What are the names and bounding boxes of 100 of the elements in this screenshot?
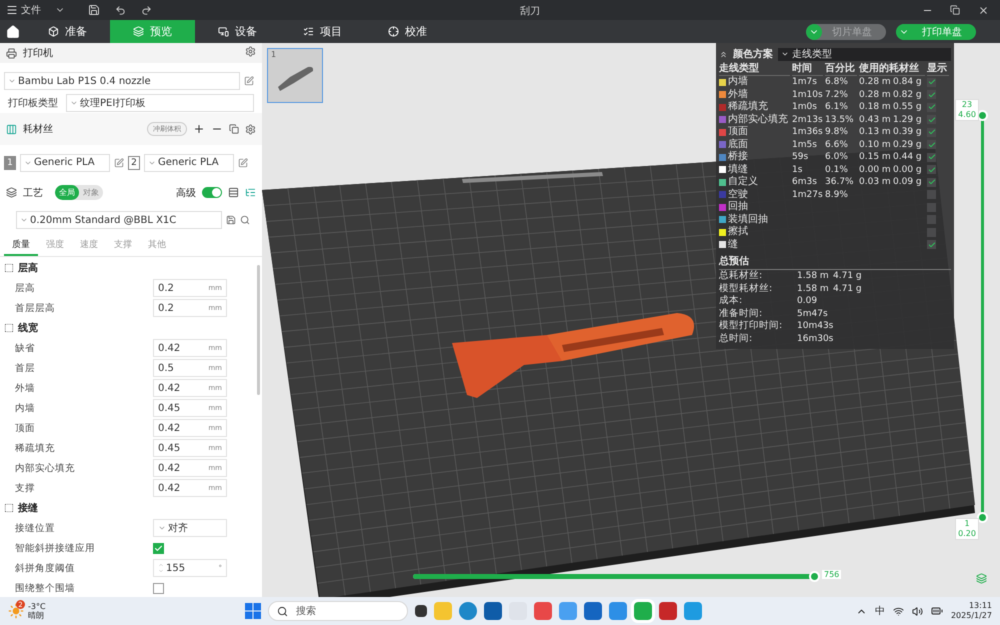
cloud-icon[interactable]	[559, 602, 577, 620]
value-select[interactable]: 对齐	[153, 519, 227, 537]
window-title: 刮刀	[520, 4, 540, 18]
battery-icon[interactable]	[930, 605, 943, 617]
browser-icon[interactable]	[459, 602, 477, 620]
visibility-checkbox[interactable]	[927, 102, 936, 112]
search-bar[interactable]: 搜索	[268, 601, 408, 621]
filament-slot-number: 2	[128, 156, 140, 170]
printer-select[interactable]: Bambu Lab P1S 0.4 nozzle	[4, 72, 240, 90]
percent-cell-text: 6.8%	[825, 76, 849, 88]
search-field[interactable]: 搜索	[294, 604, 384, 618]
visibility-checkbox[interactable]	[927, 140, 936, 150]
visibility-checkbox[interactable]	[927, 228, 936, 237]
app-icon[interactable]	[659, 602, 677, 620]
visibility-checkbox[interactable]	[927, 215, 936, 224]
layer-label: 23 4.60	[955, 99, 979, 121]
list-icon[interactable]	[228, 187, 239, 198]
slider-handle[interactable]	[977, 512, 988, 523]
checkbox[interactable]	[153, 542, 164, 554]
line-type: 桥接	[728, 151, 749, 164]
task-view-icon[interactable]	[415, 605, 427, 617]
visibility-checkbox[interactable]	[927, 178, 936, 187]
weather-icon	[8, 603, 24, 619]
percent-cell-text: 6.0%	[825, 151, 849, 164]
line-type: 稀疏填充	[728, 101, 769, 114]
nav-tab[interactable]: 项目	[280, 20, 365, 43]
wifi-icon[interactable]	[892, 606, 904, 616]
start-icon[interactable]	[245, 603, 261, 619]
save-icon[interactable]	[226, 215, 236, 225]
filament-slot-number: 1	[4, 156, 16, 170]
time-cell-text: 1m5s	[792, 138, 818, 151]
length-cell: 0.03 m	[859, 176, 891, 188]
edit-icon[interactable]	[244, 76, 254, 86]
time-cell-text: 1m0s	[792, 101, 818, 114]
preset-select[interactable]: 0.20mm Standard @BBL X1C	[16, 211, 222, 229]
group-title: 接缝	[18, 502, 38, 515]
clock-time[interactable]: 13:11	[968, 601, 992, 611]
percent-cell-text: 0.1%	[825, 164, 849, 176]
filament-select[interactable]: Generic PLA	[20, 154, 110, 172]
group-icon	[4, 503, 14, 513]
app-icon[interactable]	[534, 602, 552, 620]
scrollbar[interactable]	[257, 265, 260, 395]
length-cell: 0.00 m	[859, 164, 891, 176]
file-menu[interactable]: 文件	[0, 0, 47, 20]
sync-icon[interactable]	[229, 124, 239, 134]
settings-icon[interactable]	[245, 124, 256, 134]
layer-slider[interactable]	[977, 110, 988, 523]
app-icon[interactable]	[684, 602, 702, 620]
summary-label: 总耗材丝:	[719, 270, 764, 282]
length-cell: 0.13 m	[859, 126, 891, 138]
filament-select[interactable]: Generic PLA	[144, 154, 234, 172]
nav-tab[interactable]: 设备	[195, 20, 280, 43]
weight-cell-text: 0.00 g	[893, 164, 923, 176]
visibility-checkbox[interactable]	[927, 240, 936, 250]
column-header: 走线类型	[719, 62, 790, 76]
length-cell: 0.28 m	[859, 88, 891, 101]
visibility-checkbox[interactable]	[927, 90, 936, 100]
visibility-checkbox[interactable]	[927, 78, 936, 87]
visibility-checkbox[interactable]	[927, 202, 936, 212]
percent-cell-text: 6.1%	[825, 101, 849, 114]
length-cell: 0.15 m	[859, 151, 891, 164]
app-icon[interactable]	[484, 602, 502, 620]
line-type: 底面	[728, 138, 749, 150]
device-icon	[218, 26, 229, 37]
weight-cell-text: 1.29 g	[893, 114, 923, 126]
checkbox[interactable]	[153, 582, 164, 594]
scheme-select[interactable]: 走线类型	[778, 48, 951, 60]
tree-icon[interactable]	[245, 187, 256, 198]
app-icon[interactable]	[634, 602, 652, 620]
plate-type-select[interactable]: 纹理PEI打印板	[66, 94, 254, 112]
visibility-checkbox[interactable]	[927, 190, 936, 200]
collapse-icon[interactable]	[719, 50, 728, 58]
setting-label: 外墙	[15, 382, 36, 394]
printer-icon	[6, 48, 17, 58]
plate-thumbnail[interactable]: 1	[267, 48, 323, 103]
edit-icon[interactable]	[238, 158, 248, 168]
menu-icon	[6, 4, 18, 16]
weight-cell-text: 0.29 g	[893, 138, 923, 151]
visibility-checkbox[interactable]	[927, 165, 936, 174]
nav-tab[interactable]: 校准	[365, 20, 450, 43]
input-method[interactable]: 中	[874, 604, 885, 618]
visibility-checkbox[interactable]	[927, 115, 936, 124]
time-cell: 1m36s	[792, 126, 823, 138]
setting-label: 内部实心填充	[15, 462, 76, 474]
visibility-checkbox[interactable]	[927, 128, 936, 137]
mail-icon[interactable]	[584, 602, 602, 620]
advanced-switch[interactable]	[202, 187, 222, 198]
search-icon[interactable]	[240, 215, 250, 225]
add-icon[interactable]	[193, 123, 205, 135]
weight-cell-text: 0.44 g	[893, 151, 923, 164]
visibility-checkbox[interactable]	[927, 152, 936, 162]
nav-tab[interactable]: 准备	[25, 20, 110, 43]
clock-date[interactable]: 2025/1/27	[950, 611, 992, 621]
list-icon	[303, 26, 314, 37]
edit-icon[interactable]	[114, 158, 124, 168]
volume-icon[interactable]	[912, 606, 923, 616]
settings-tab[interactable]: 质量	[4, 235, 38, 256]
weight-cell-text: 0.84 g	[893, 76, 923, 88]
app-icon[interactable]	[609, 602, 627, 620]
settings-icon[interactable]	[245, 46, 256, 57]
